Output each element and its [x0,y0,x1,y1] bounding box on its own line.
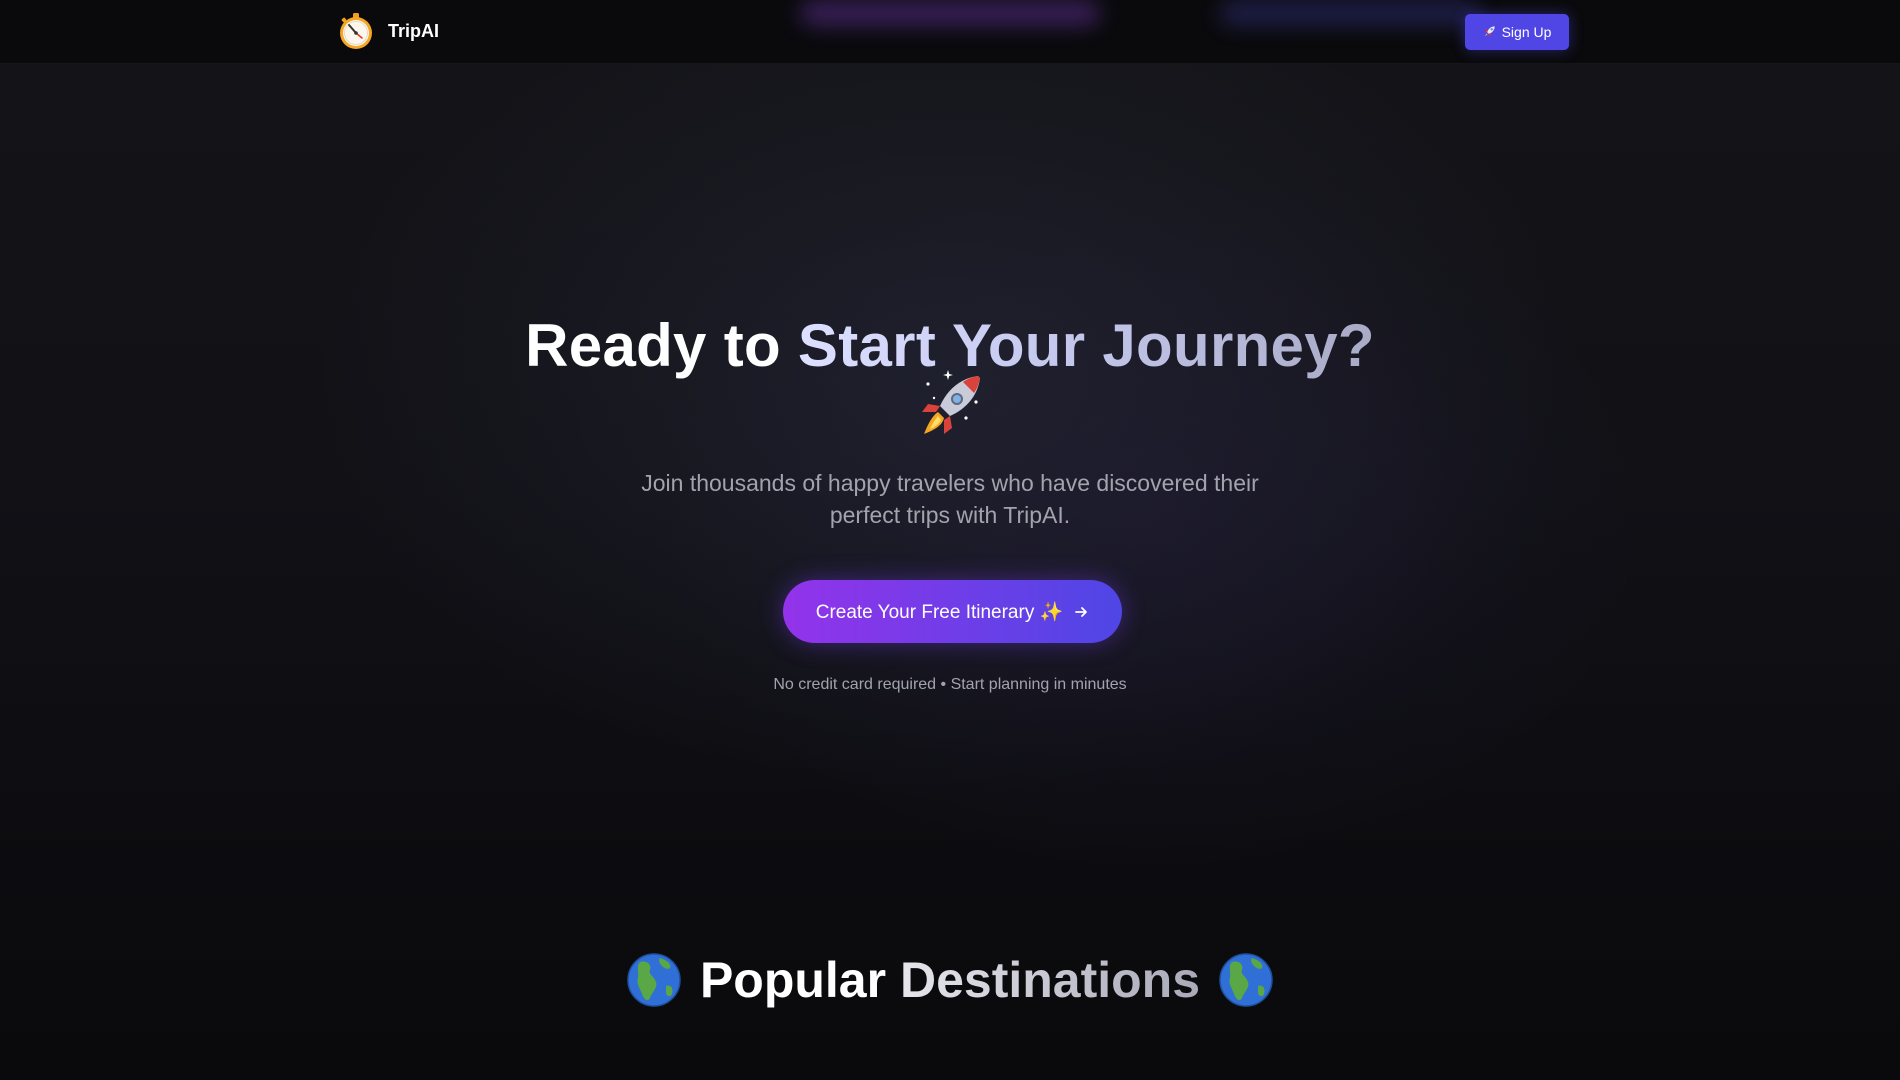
brand-logo-link[interactable]: TripAI [336,11,439,51]
navbar: TripAI Sign Up [0,0,1900,64]
cta-label: Create Your Free Itinerary ✨ [815,601,1064,623]
nav-glow-decoration [1220,0,1480,26]
rocket-icon [910,366,990,446]
hero-title-part1: Ready to [525,312,798,379]
page: TripAI Sign Up Ready to Start Your Journ… [0,0,1900,1080]
section-title-text: Popular Destinations [700,950,1200,1010]
section-title-part2: Destinations [899,952,1201,1008]
create-itinerary-button[interactable]: Create Your Free Itinerary ✨ [783,580,1122,643]
hero-subtitle: Join thousands of happy travelers who ha… [641,470,1259,528]
arrow-right-icon [1073,604,1089,620]
nav-glow-decoration [800,0,1100,26]
stopwatch-icon [336,11,376,51]
rocket-icon [1483,24,1497,41]
hero-note: No credit card required • Start planning… [773,676,1127,693]
globe-icon [1218,952,1274,1008]
hero-title-part2: Start Your Journey? [797,312,1375,379]
sign-up-button[interactable]: Sign Up [1465,14,1569,50]
popular-destinations-heading: Popular Destinations [550,948,1350,1012]
globe-icon [626,952,682,1008]
brand-name: TripAI [388,20,440,41]
section-title-part1: Popular [699,952,887,1008]
sign-up-label: Sign Up [1501,24,1552,40]
